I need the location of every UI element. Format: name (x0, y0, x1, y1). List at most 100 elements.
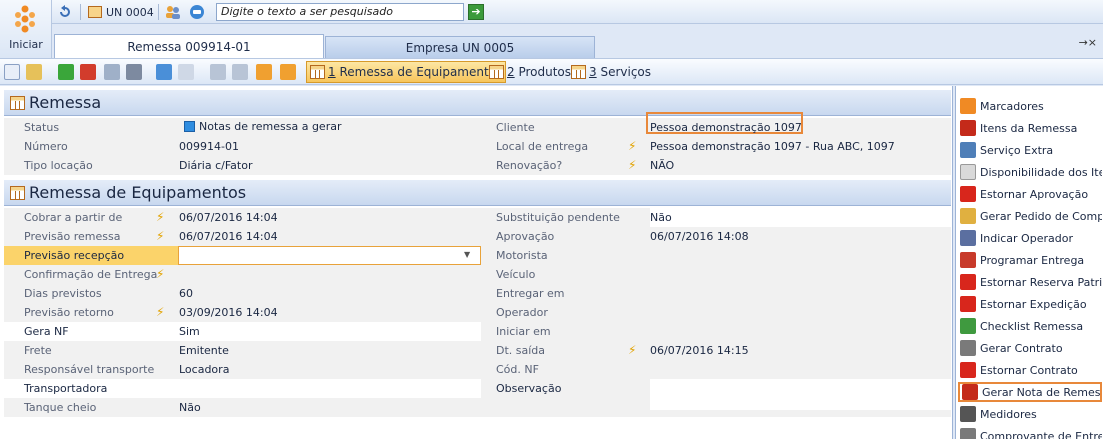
row-frete: Frete Emitente Dt. saída ⚡ 06/07/2016 14… (4, 341, 951, 360)
unit-selector[interactable]: UN 0004 (88, 3, 154, 21)
lightning-icon: ⚡ (156, 267, 165, 281)
tab-remessa-equipamentos[interactable]: 1 Remessa de Equipamentos (306, 61, 507, 83)
action-itens-remessa[interactable]: Itens da Remessa (960, 118, 1102, 138)
unit-label: UN 0004 (106, 5, 154, 19)
unit-grid-icon (88, 6, 102, 18)
cancel-icon[interactable] (126, 64, 142, 80)
tabs-scroll-icon[interactable]: →× (1079, 36, 1097, 49)
local-value: Pessoa demonstração 1097 - Rua ABC, 1097 (650, 140, 895, 153)
tab-produtos[interactable]: 2 Produtos (486, 61, 574, 83)
row-previsao-retorno: Previsão retorno ⚡ 03/09/2016 14:04 Oper… (4, 303, 951, 322)
undo-icon (960, 362, 976, 378)
action-comprovante[interactable]: Comprovante de Entrega (960, 426, 1102, 439)
action-servico-extra[interactable]: Serviço Extra (960, 140, 1102, 160)
row-tipo: Tipo locação Diária c/Fator Renovação? ⚡… (4, 156, 951, 175)
grid-icon (571, 65, 586, 79)
lightning-icon: ⚡ (628, 158, 637, 172)
action-disponibilidade[interactable]: Disponibilidade dos Itens (960, 162, 1102, 182)
status-square-icon (184, 121, 195, 132)
row-confirmacao: Confirmação de Entrega ⚡ Veículo (4, 265, 951, 284)
tipo-value: Diária c/Fator (179, 159, 253, 172)
start-logo-icon (15, 5, 35, 33)
main-form: Remessa Status Notas de remessa a gerar … (0, 86, 953, 439)
printer-icon (960, 428, 976, 439)
chat-icon[interactable] (189, 3, 205, 21)
previous-record-icon[interactable] (232, 64, 248, 80)
action-gerar-contrato[interactable]: Gerar Contrato (960, 338, 1102, 358)
section-equipamentos-header: Remessa de Equipamentos (4, 180, 951, 206)
section-title: Remessa (29, 93, 102, 112)
grid-icon (10, 95, 25, 110)
row-dias: Dias previstos 60 Entregar em (4, 284, 951, 303)
lightning-icon: ⚡ (628, 139, 637, 153)
counter-icon (960, 406, 976, 422)
checklist-icon (960, 318, 976, 334)
numero-value: 009914-01 (179, 140, 239, 153)
cliente-value: Pessoa demonstração 1097 (650, 121, 802, 134)
confirm-icon[interactable] (104, 64, 120, 80)
invoice-icon (962, 384, 978, 400)
order-icon (960, 208, 976, 224)
document-icon (960, 164, 976, 180)
record-toolbar: 1 Remessa de Equipamentos 2 Produtos 3 S… (0, 58, 1103, 85)
row-tanque: Tanque cheio Não (4, 398, 951, 417)
status-value: Notas de remessa a gerar (199, 120, 342, 133)
row-transportadora: Transportadora Observação (4, 379, 951, 410)
action-gerar-nota-remessa[interactable]: Gerar Nota de Remessa (958, 382, 1102, 402)
refresh-icon[interactable] (56, 3, 74, 21)
sync-icon[interactable] (156, 64, 172, 80)
start-label: Iniciar (9, 38, 43, 51)
printer-icon (960, 340, 976, 356)
wrench-icon (960, 142, 976, 158)
top-toolbar: UN 0004 Digite o texto a ser pesquisado … (0, 0, 1103, 24)
row-cobrar: Cobrar a partir de ⚡ 06/07/2016 14:04 Su… (4, 208, 951, 227)
start-menu[interactable]: Iniciar (0, 0, 52, 58)
lightning-icon: ⚡ (628, 343, 637, 357)
first-record-icon[interactable] (210, 64, 226, 80)
new-record-icon[interactable] (4, 64, 20, 80)
last-record-icon[interactable] (280, 64, 296, 80)
add-icon[interactable] (58, 64, 74, 80)
grid-icon (310, 65, 325, 79)
previsao-recepcao-input[interactable] (178, 246, 481, 265)
gera-nf-field[interactable] (178, 322, 481, 341)
undo-icon (960, 274, 976, 290)
lightning-icon: ⚡ (156, 229, 165, 243)
search-input[interactable]: Digite o texto a ser pesquisado (216, 3, 464, 21)
undo-icon (960, 186, 976, 202)
tag-icon (960, 98, 976, 114)
calendar-icon (960, 230, 976, 246)
action-gerar-pedido[interactable]: Gerar Pedido de Compra (960, 206, 1102, 226)
next-record-icon[interactable] (256, 64, 272, 80)
action-medidores[interactable]: Medidores (960, 404, 1102, 424)
tab-servicos[interactable]: 3 Serviços (568, 61, 654, 83)
row-status: Status Notas de remessa a gerar Cliente … (4, 112, 951, 137)
lightning-icon: ⚡ (156, 305, 165, 319)
row-gera-nf: Gera NF Sim Iniciar em (4, 322, 951, 341)
dropdown-arrow-icon[interactable]: ▼ (464, 250, 470, 259)
row-responsavel: Responsável transporte Locadora Cód. NF (4, 360, 951, 379)
remove-icon[interactable] (80, 64, 96, 80)
section-remessa-header: Remessa (4, 90, 951, 116)
row-previsao-recepcao: Previsão recepção ▼ Motorista (4, 246, 951, 265)
action-indicar-operador[interactable]: Indicar Operador (960, 228, 1102, 248)
tab-remessa[interactable]: Remessa 009914-01 (54, 34, 324, 58)
action-checklist[interactable]: Checklist Remessa (960, 316, 1102, 336)
tab-empresa[interactable]: Empresa UN 0005 (325, 36, 595, 58)
row-previsao-remessa: Previsão remessa ⚡ 06/07/2016 14:04 Apro… (4, 227, 951, 246)
renovacao-value: NÃO (650, 159, 675, 172)
action-programar-entrega[interactable]: Programar Entrega (960, 250, 1102, 270)
lightning-icon: ⚡ (156, 210, 165, 224)
action-estornar-contrato[interactable]: Estornar Contrato (960, 360, 1102, 380)
truck-icon (960, 252, 976, 268)
action-estornar-expedicao[interactable]: Estornar Expedição (960, 294, 1102, 314)
action-marcadores[interactable]: Marcadores (960, 96, 1102, 116)
grid-icon (489, 65, 504, 79)
lock-icon[interactable] (26, 64, 42, 80)
preview-icon[interactable] (178, 64, 194, 80)
transportadora-field[interactable] (178, 379, 481, 398)
action-estornar-aprovacao[interactable]: Estornar Aprovação (960, 184, 1102, 204)
users-icon[interactable] (165, 3, 181, 21)
search-go-button[interactable]: ➔ (468, 4, 484, 20)
action-estornar-reserva[interactable]: Estornar Reserva Patrim. (960, 272, 1102, 292)
